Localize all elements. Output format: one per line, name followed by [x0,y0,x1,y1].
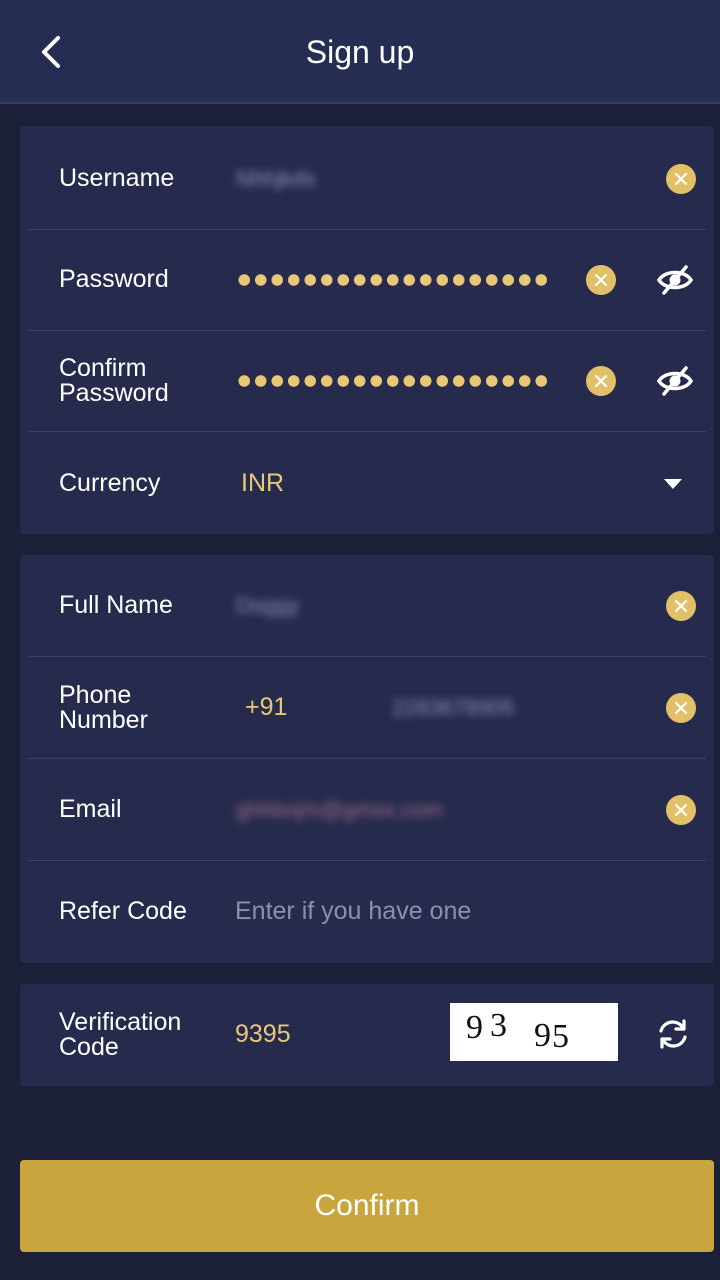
clear-full-name-button[interactable] [666,590,696,621]
password-input[interactable] [236,272,550,287]
eye-off-icon[interactable] [656,263,694,297]
close-icon [674,701,688,714]
close-icon [674,599,688,612]
close-icon [674,803,688,816]
clear-phone-button[interactable] [666,692,696,723]
verification-input[interactable]: 9395 [235,984,291,1085]
clear-email-button[interactable] [666,794,696,825]
top-bar: Sign up [0,0,720,104]
close-icon [594,374,608,387]
confirm-password-input[interactable] [236,373,550,388]
country-code-select[interactable]: +91 [245,657,287,758]
page-title: Sign up [305,34,415,70]
refer-code-input[interactable]: Enter if you have one [235,861,471,962]
caret-down-icon[interactable] [664,478,682,489]
refer-code-row: Refer Code Enter if you have one [28,861,706,962]
verification-card: Verification Code 9395 9 3 9 5 [20,984,714,1086]
full-name-input[interactable]: Doggy [236,555,300,656]
currency-row[interactable]: Currency INR [28,433,706,534]
password-row: Password [28,229,706,331]
profile-card: Full Name Doggy Phone Number +91 22836789… [20,555,714,963]
currency-label: Currency [59,469,161,497]
confirm-button[interactable]: Confirm [20,1160,714,1252]
refresh-icon[interactable] [656,1017,690,1051]
clear-confirm-password-button[interactable] [586,365,616,396]
eye-off-icon[interactable] [656,364,694,398]
confirm-password-row: Confirm Password [28,330,706,432]
username-label: Username [59,164,175,192]
clear-username-button[interactable] [666,163,696,194]
verification-label: Verification Code [59,1007,182,1061]
username-value: Nhhjkds [236,165,316,191]
captcha-image[interactable]: 9 3 9 5 [450,1003,618,1061]
phone-value: 2283678905 [392,694,515,720]
close-icon [594,273,608,286]
full-name-value: Doggy [236,592,300,618]
full-name-label: Full Name [59,591,173,619]
full-name-row: Full Name Doggy [28,555,706,657]
verification-row: Verification Code 9395 9 3 9 5 [28,984,706,1085]
clear-password-button[interactable] [586,264,616,295]
currency-value: INR [241,469,285,497]
phone-row: Phone Number +91 2283678905 [28,657,706,759]
refer-code-label: Refer Code [59,897,187,925]
password-label: Password [59,265,169,293]
close-icon [674,172,688,185]
username-input[interactable]: Nhhjkds [236,128,315,229]
username-row: Username Nhhjkds [28,128,706,230]
phone-label: Phone Number [59,680,148,734]
email-value: ghhbnjm@gmsx.com [236,796,443,822]
confirm-password-label: Confirm Password [59,353,169,407]
email-row: Email ghhbnjm@gmsx.com [28,759,706,861]
email-label: Email [59,795,122,823]
account-card: Username Nhhjkds Password Confirm Passwor… [20,126,714,534]
email-input[interactable]: ghhbnjm@gmsx.com [236,759,443,860]
phone-input[interactable]: 2283678905 [392,657,514,758]
